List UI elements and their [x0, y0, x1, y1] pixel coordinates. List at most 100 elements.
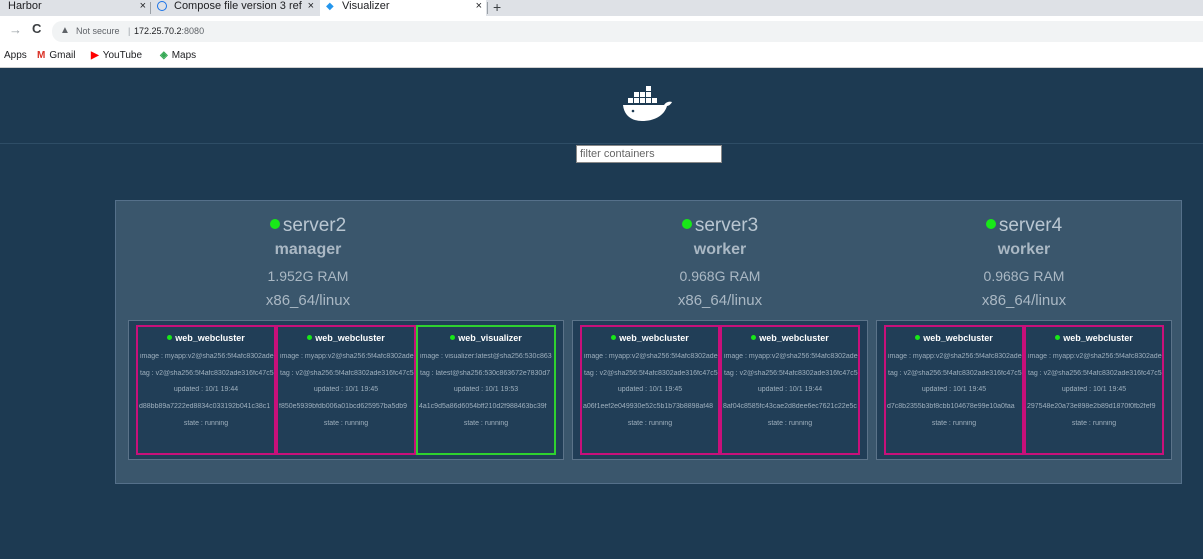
status-dot-icon	[611, 335, 617, 340]
container-title: web_webcluster	[886, 333, 1022, 343]
container-name: web_webcluster	[175, 333, 245, 343]
tab-label: Compose file version 3 ref	[174, 0, 302, 12]
container-image: image : myapp:v2@sha256:5f4afc8302ade316…	[584, 353, 718, 360]
node-server2: server2 manager 1.952G RAM x86_64/linux …	[128, 201, 564, 485]
omnibox[interactable]	[52, 21, 1203, 42]
node-ram: 1.952G RAM	[267, 268, 349, 284]
new-tab-button[interactable]: +	[493, 0, 501, 15]
container-id: d88bb89a7222ed8834c033192b041c38c1	[139, 403, 271, 410]
back-arrow-icon[interactable]: →	[9, 22, 22, 37]
container-name: web_webcluster	[1063, 333, 1133, 343]
container-title: web_webcluster	[1026, 333, 1162, 343]
tab-close-icon[interactable]: ×	[140, 0, 146, 13]
container-updated: updated : 10/1 19:45	[313, 386, 379, 393]
status-dot-icon	[681, 219, 692, 229]
container-name: web_webcluster	[619, 333, 689, 343]
container-tag: tag : v2@sha256:5f4afc8302ade316fc47c5	[584, 370, 718, 377]
container-state: state : running	[323, 420, 369, 427]
url-host: 172.25.70.2	[134, 26, 182, 36]
container-image: image : myapp:v2@sha256:5f4afc8302ade316…	[280, 353, 414, 360]
bookmark-maps[interactable]: ◈ Maps	[160, 50, 196, 61]
tab-bar: ▪ Harbor × Compose file version 3 ref × …	[0, 0, 1203, 16]
container-state: state : running	[463, 420, 509, 427]
node-role: worker	[997, 241, 1051, 258]
tab-close-icon[interactable]: ×	[476, 0, 482, 13]
container-state: state : running	[931, 420, 977, 427]
bookmark-apps[interactable]: Apps	[4, 50, 27, 61]
container-title: web_webcluster	[582, 333, 718, 343]
container-updated: updated : 10/1 19:45	[1061, 386, 1127, 393]
container-updated: updated : 10/1 19:45	[921, 386, 987, 393]
container-card[interactable]: web_webcluster image : myapp:v2@sha256:5…	[136, 325, 276, 455]
container-title: web_webcluster	[722, 333, 858, 343]
bookmark-label: YouTube	[102, 50, 142, 61]
bookmark-label: Maps	[171, 50, 197, 61]
container-tag: tag : v2@sha256:5f4afc8302ade316fc47c5	[280, 370, 414, 377]
warning-icon[interactable]: ▲	[60, 25, 70, 36]
cluster-panel: server2 manager 1.952G RAM x86_64/linux …	[115, 200, 1182, 484]
bookmark-gmail[interactable]: M Gmail	[37, 50, 75, 61]
container-card[interactable]: web_webcluster image : myapp:v2@sha256:5…	[884, 325, 1024, 455]
container-id: a06f1eef2e049930e52c5b1b73b8898af48	[583, 403, 714, 410]
reload-icon[interactable]: C	[32, 21, 41, 36]
node-name: server4	[876, 215, 1172, 237]
container-id: d7c8b2355b3bf8cbb104678e99e10a0faa	[887, 403, 1015, 410]
node-name-text: server4	[998, 215, 1063, 236]
node-server3: server3 worker 0.968G RAM x86_64/linux w…	[572, 201, 868, 485]
node-arch: x86_64/linux	[265, 292, 351, 309]
container-state: state : running	[1071, 420, 1117, 427]
url-text[interactable]: 172.25.70.2:8080	[134, 26, 204, 36]
status-dot-icon	[1055, 335, 1061, 340]
node-name-text: server2	[282, 215, 347, 236]
container-list: web_webcluster image : myapp:v2@sha256:5…	[128, 320, 564, 460]
container-image: image : visualizer:latest@sha256:530c863	[420, 353, 552, 360]
node-role: worker	[693, 241, 747, 258]
bookmark-youtube[interactable]: ▶ YouTube	[91, 50, 142, 61]
container-title: web_visualizer	[418, 333, 554, 343]
container-title: web_webcluster	[278, 333, 414, 343]
container-id: 297548e20a73e898e2b89d1870f0fb2fef9	[1027, 403, 1156, 410]
node-arch: x86_64/linux	[677, 292, 763, 309]
container-updated: updated : 10/1 19:53	[453, 386, 519, 393]
container-updated: updated : 10/1 19:44	[173, 386, 239, 393]
node-role: manager	[274, 241, 342, 258]
container-card[interactable]: web_webcluster image : myapp:v2@sha256:5…	[1024, 325, 1164, 455]
node-ram: 0.968G RAM	[679, 268, 761, 284]
tab-compose-docs[interactable]: Compose file version 3 ref ×	[152, 0, 318, 16]
youtube-icon: ▶	[91, 50, 99, 61]
container-title: web_webcluster	[138, 333, 274, 343]
tab-favicon-icon	[157, 1, 167, 11]
container-card[interactable]: web_webcluster image : myapp:v2@sha256:5…	[276, 325, 416, 455]
container-card[interactable]: web_webcluster image : myapp:v2@sha256:5…	[720, 325, 860, 455]
tab-separator	[150, 2, 151, 14]
tab-label: Harbor	[8, 0, 42, 12]
filter-containers-input[interactable]	[576, 145, 722, 163]
tab-label: Visualizer	[342, 0, 390, 12]
container-state: state : running	[767, 420, 813, 427]
url-divider: |	[128, 26, 131, 36]
status-dot-icon	[751, 335, 757, 340]
container-list: web_webcluster image : myapp:v2@sha256:5…	[572, 320, 868, 460]
node-server4: server4 worker 0.968G RAM x86_64/linux w…	[876, 201, 1172, 485]
container-name: web_visualizer	[458, 333, 522, 343]
tab-harbor[interactable]: ▪ Harbor ×	[0, 0, 150, 16]
node-name: server2	[128, 215, 488, 237]
url-port: :8080	[181, 26, 205, 36]
tab-separator	[487, 2, 488, 14]
bookmark-label: Gmail	[49, 50, 76, 61]
container-tag: tag : latest@sha256:530c863672e7830d7	[420, 370, 551, 377]
status-dot-icon	[269, 219, 280, 229]
container-card[interactable]: web_webcluster image : myapp:v2@sha256:5…	[580, 325, 720, 455]
tab-visualizer[interactable]: ◆ Visualizer ×	[320, 0, 486, 16]
node-arch: x86_64/linux	[981, 292, 1067, 309]
container-tag: tag : v2@sha256:5f4afc8302ade316fc47c5	[724, 370, 858, 377]
status-dot-icon	[167, 335, 173, 340]
container-card-visualizer[interactable]: web_visualizer image : visualizer:latest…	[416, 325, 556, 455]
tab-close-icon[interactable]: ×	[308, 0, 314, 13]
node-name-text: server3	[694, 215, 759, 236]
container-updated: updated : 10/1 19:45	[617, 386, 683, 393]
container-list: web_webcluster image : myapp:v2@sha256:5…	[876, 320, 1172, 460]
header-divider	[0, 143, 1203, 144]
gmail-icon: M	[37, 50, 46, 61]
security-label[interactable]: Not secure	[76, 26, 120, 36]
